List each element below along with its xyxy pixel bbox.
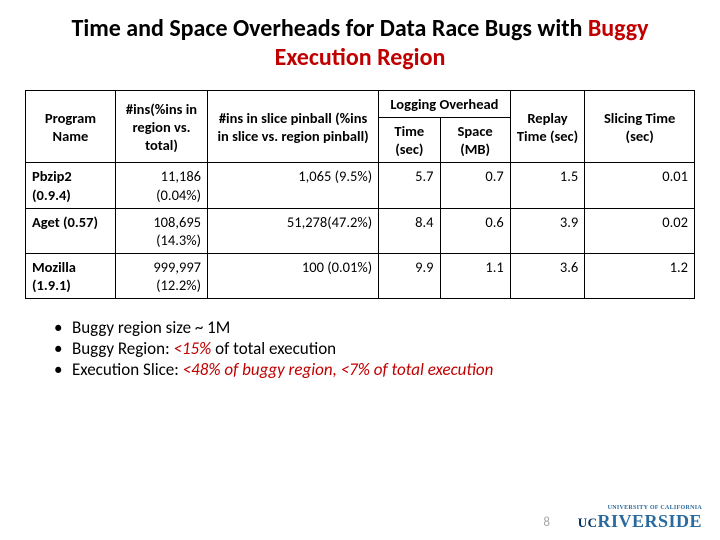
cell-replay: 1.5: [510, 163, 585, 208]
col-log-space: Space (MB): [440, 118, 510, 163]
cell-ins: 999,997 (12.2%): [115, 253, 207, 298]
slide-title: Time and Space Overheads for Data Race B…: [0, 0, 720, 76]
cell-log-time: 8.4: [379, 208, 440, 253]
table-row: Aget (0.57) 108,695 (14.3%) 51,278(47.2%…: [26, 208, 695, 253]
cell-program: Aget (0.57): [26, 208, 116, 253]
note-highlight: <48% of buggy region: [183, 359, 333, 380]
note-text: ,: [333, 359, 341, 380]
cell-log-space: 0.7: [440, 163, 510, 208]
cell-slice: 0.01: [585, 163, 695, 208]
table-header-row-1: Program Name #ins(%ins in region vs. tot…: [26, 91, 695, 118]
cell-pinball: 1,065 (9.5%): [208, 163, 379, 208]
cell-replay: 3.9: [510, 208, 585, 253]
cell-program: Mozilla (1.9.1): [26, 253, 116, 298]
cell-log-time: 5.7: [379, 163, 440, 208]
cell-pinball: 51,278(47.2%): [208, 208, 379, 253]
cell-program: Pbzip2 (0.9.4): [26, 163, 116, 208]
note-text: Buggy Region:: [72, 338, 173, 359]
overhead-table: Program Name #ins(%ins in region vs. tot…: [25, 90, 695, 299]
title-prefix: Time and Space Overheads for Data Race B…: [71, 14, 587, 43]
note-text: Execution Slice:: [72, 359, 183, 380]
col-replay: Replay Time (sec): [510, 91, 585, 163]
cell-log-space: 1.1: [440, 253, 510, 298]
note-text: of total execution: [374, 359, 494, 380]
notes-list: Buggy region size ~ 1M Buggy Region: <15…: [54, 317, 720, 380]
col-logging: Logging Overhead: [379, 91, 511, 118]
cell-log-time: 9.9: [379, 253, 440, 298]
col-slice: Slicing Time (sec): [585, 91, 695, 163]
note-text: Buggy region size ~ 1M: [72, 317, 230, 338]
col-program: Program Name: [26, 91, 116, 163]
note-item: Execution Slice: <48% of buggy region, <…: [54, 359, 720, 380]
table-row: Pbzip2 (0.9.4) 11,186 (0.04%) 1,065 (9.5…: [26, 163, 695, 208]
col-pinball: #ins in slice pinball (%ins in slice vs.…: [208, 91, 379, 163]
col-ins: #ins(%ins in region vs. total): [115, 91, 207, 163]
cell-ins: 108,695 (14.3%): [115, 208, 207, 253]
logo-riverside: RIVERSIDE: [597, 511, 702, 531]
note-text: of total execution: [215, 338, 336, 359]
cell-ins: 11,186 (0.04%): [115, 163, 207, 208]
note-highlight: <7%: [341, 359, 374, 380]
note-item: Buggy region size ~ 1M: [54, 317, 720, 338]
cell-replay: 3.6: [510, 253, 585, 298]
cell-slice: 0.02: [585, 208, 695, 253]
note-highlight: <15%: [173, 338, 215, 359]
col-log-time: Time (sec): [379, 118, 440, 163]
cell-pinball: 100 (0.01%): [208, 253, 379, 298]
cell-log-space: 0.6: [440, 208, 510, 253]
ucr-logo: UNIVERSITY OF CALIFORNIA UCRIVERSIDE: [578, 507, 702, 532]
slide-number: 8: [543, 515, 550, 530]
cell-slice: 1.2: [585, 253, 695, 298]
table-row: Mozilla (1.9.1) 999,997 (12.2%) 100 (0.0…: [26, 253, 695, 298]
logo-uc: UC: [578, 515, 598, 530]
note-item: Buggy Region: <15% of total execution: [54, 338, 720, 359]
